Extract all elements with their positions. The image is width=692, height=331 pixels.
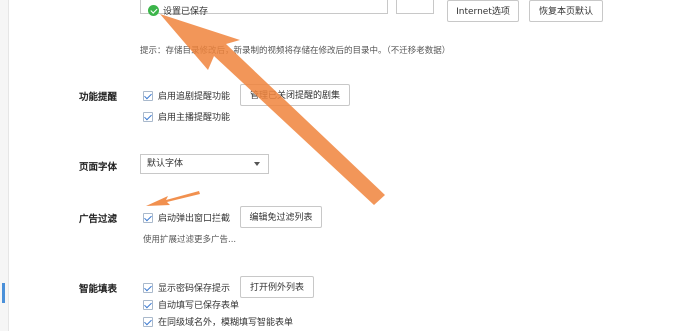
popup-block-option[interactable]: 启动弹出窗口拦截 bbox=[143, 211, 230, 224]
autofill-option-saved-forms[interactable]: 自动填写已保存表单 bbox=[143, 298, 239, 311]
extension-filter-link[interactable]: 使用扩展过滤更多广告... bbox=[143, 233, 236, 245]
checkbox-checked[interactable] bbox=[143, 90, 153, 101]
reminder-section-label: 功能提醒 bbox=[79, 92, 118, 103]
reminder-option-streamer-label: 启用主播提醒功能 bbox=[158, 113, 231, 123]
font-select[interactable]: 默认字体 bbox=[140, 154, 269, 174]
font-section-label: 页面字体 bbox=[79, 162, 118, 173]
arrow-annotation bbox=[146, 191, 200, 206]
open-exceptions-list-button[interactable]: 打开例外列表 bbox=[240, 276, 314, 298]
reminder-option-streamer[interactable]: 启用主播提醒功能 bbox=[143, 110, 230, 123]
autofill-option-password-prompt-label: 显示密码保存提示 bbox=[158, 284, 231, 294]
restore-defaults-button[interactable]: 恢复本页默认 bbox=[529, 0, 603, 22]
popup-block-option-label: 启动弹出窗口拦截 bbox=[158, 214, 231, 224]
sidebar-active-marker bbox=[2, 283, 5, 303]
internet-options-button[interactable]: Internet选项 bbox=[447, 0, 519, 22]
checkbox-checked[interactable] bbox=[143, 299, 153, 310]
checkbox-checked[interactable] bbox=[143, 316, 153, 327]
autofill-option-password-prompt[interactable]: 显示密码保存提示 bbox=[143, 281, 230, 294]
edit-filter-exceptions-button[interactable]: 编辑免过滤列表 bbox=[240, 206, 322, 228]
checkbox-checked[interactable] bbox=[143, 282, 153, 293]
saved-status-text: 设置已保存 bbox=[163, 7, 209, 17]
autofill-option-fuzzy-fill[interactable]: 在同级域名外，模糊填写智能表单 bbox=[143, 315, 293, 328]
autofill-section-label: 智能填表 bbox=[79, 284, 118, 295]
autofill-option-fuzzy-fill-label: 在同级域名外，模糊填写智能表单 bbox=[158, 318, 294, 328]
font-select-value: 默认字体 bbox=[147, 159, 184, 169]
checkbox-checked[interactable] bbox=[143, 212, 153, 223]
manage-closed-reminders-button[interactable]: 管理已关闭提醒的剧集 bbox=[240, 84, 350, 106]
storage-browse-button[interactable] bbox=[396, 0, 434, 14]
checkbox-checked[interactable] bbox=[143, 111, 153, 122]
chevron-down-icon bbox=[254, 162, 260, 166]
reminder-option-drama-label: 启用追剧提醒功能 bbox=[158, 92, 231, 102]
saved-status: 设置已保存 bbox=[148, 4, 208, 17]
adfilter-section-label: 广告过滤 bbox=[79, 214, 118, 225]
reminder-option-drama[interactable]: 启用追剧提醒功能 bbox=[143, 89, 230, 102]
storage-hint: 提示：存储目录修改后，新录制的视频将存储在修改后的目录中。（不迁移老数据） bbox=[140, 46, 451, 56]
left-sidebar-strip bbox=[0, 0, 9, 331]
autofill-option-saved-forms-label: 自动填写已保存表单 bbox=[158, 301, 240, 311]
check-circle-icon bbox=[148, 5, 159, 16]
